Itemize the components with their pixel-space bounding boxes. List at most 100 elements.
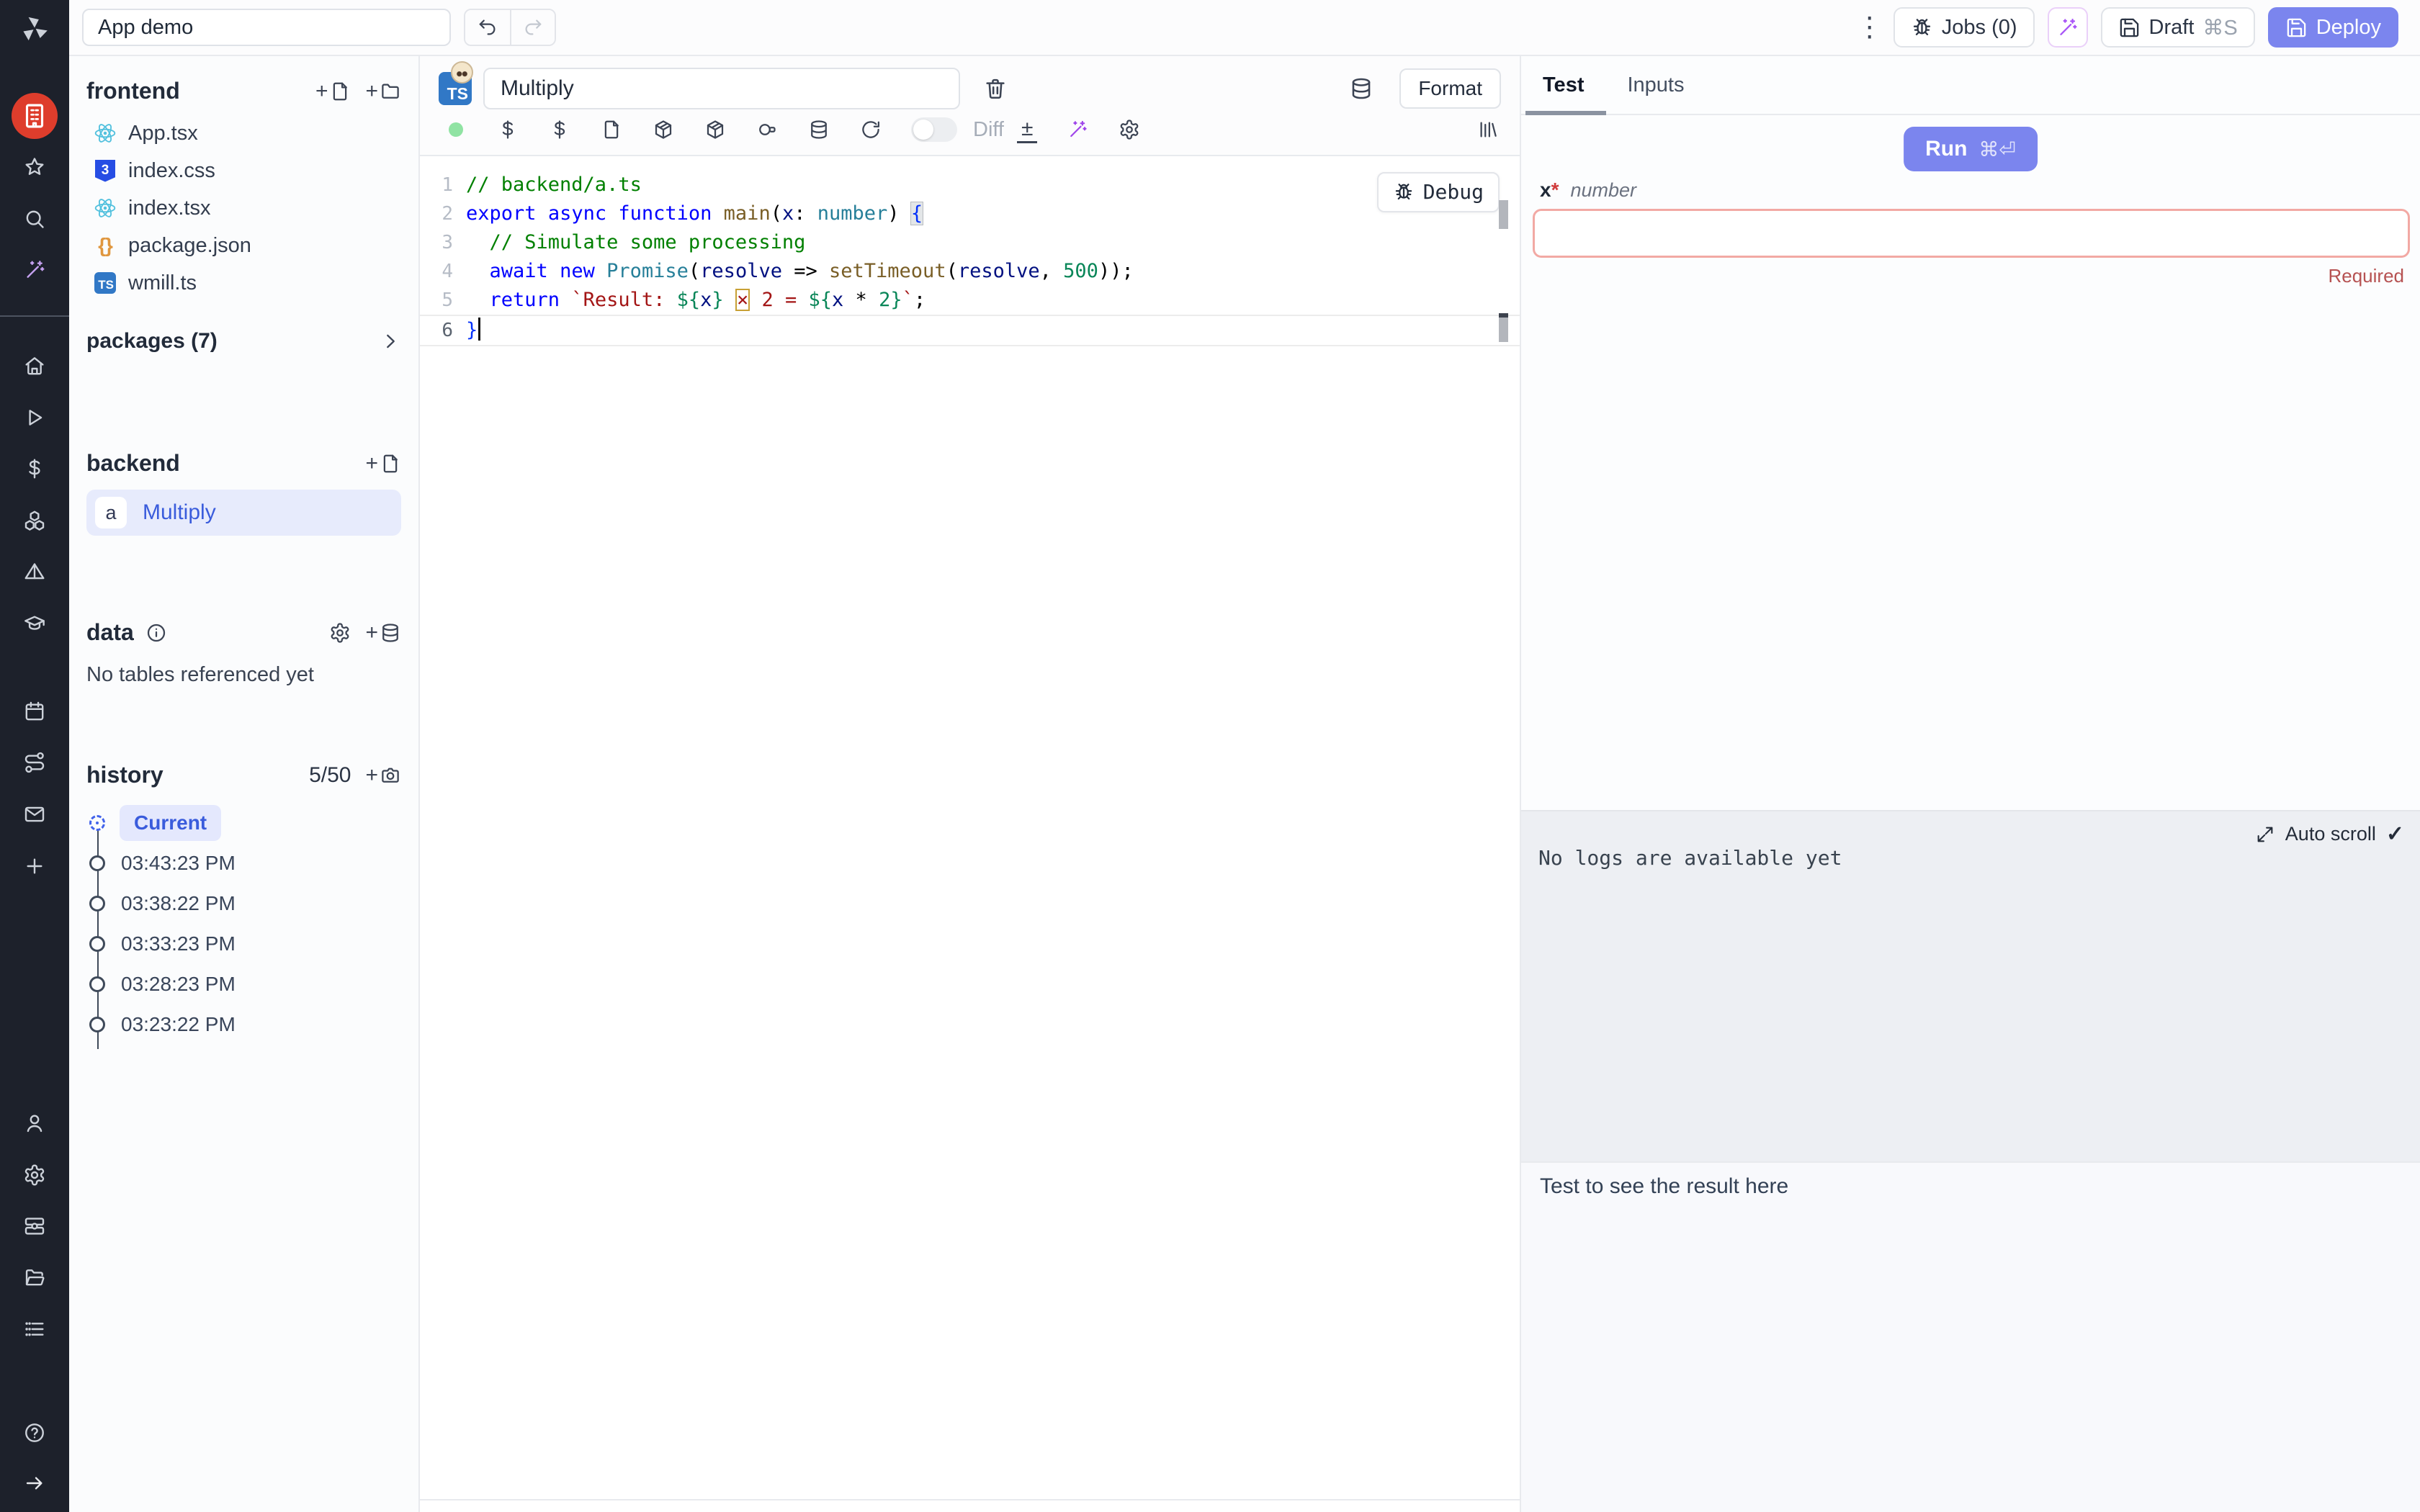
file-row-app-tsx[interactable]: App.tsx [86,114,401,152]
editor-scrollbar-thumb[interactable] [1499,200,1508,229]
code-line[interactable]: 6} [420,315,1520,346]
autoscroll-checkmark[interactable]: ✓ [2386,822,2404,847]
audit-list-icon[interactable] [19,1313,50,1345]
add-script-button[interactable]: + [365,453,401,474]
add-plus-icon[interactable] [19,850,50,882]
file-row-wmill-ts[interactable]: TS wmill.ts [86,264,401,302]
reset-refresh-icon[interactable] [859,118,882,141]
resource-type-package-icon[interactable] [704,118,727,141]
frontend-title: frontend [86,78,180,104]
tab-inputs[interactable]: Inputs [1627,73,1684,97]
history-entry[interactable]: 03:38:22 PM [86,883,401,924]
search-icon[interactable] [19,203,50,235]
packages-expander[interactable]: packages (7) [86,329,401,354]
react-icon [94,122,117,145]
backend-script-multiply[interactable]: a Multiply [86,490,401,536]
expand-icon[interactable] [2255,824,2275,845]
add-file-button[interactable]: + [315,81,351,102]
draft-button[interactable]: Draft ⌘S [2101,7,2255,48]
database-icon[interactable] [807,118,830,141]
test-tabbar: Test Inputs [1521,56,2420,115]
settings-gear-icon[interactable] [19,1159,50,1191]
timeline-dot [89,976,105,992]
diff-toggle[interactable] [911,117,957,142]
code-editor[interactable]: 1// backend/a.ts2export async function m… [420,156,1520,1512]
logs-panel: Auto scroll ✓ No logs are available yet [1521,810,2420,1161]
history-entry[interactable]: 03:28:23 PM [86,964,401,1004]
diff-plusminus-icon[interactable]: ± [1017,117,1037,143]
ai-wand-icon[interactable] [1066,118,1089,141]
flows-route-icon[interactable] [19,747,50,778]
history-current[interactable]: Current [86,803,401,843]
resource-package-icon[interactable] [652,118,675,141]
help-icon[interactable] [19,1417,50,1449]
variables-dollar-icon[interactable] [19,453,50,485]
code-line[interactable]: 2export async function main(x: number) { [420,199,1520,228]
code-text: export async function main(x: number) { [466,199,923,228]
code-line[interactable]: 1// backend/a.ts [420,171,1520,199]
deploy-button[interactable]: Deploy [2268,7,2398,48]
library-icon[interactable] [1476,118,1500,141]
file-row-package-json[interactable]: {} package.json [86,227,401,264]
line-number: 6 [420,316,466,345]
folders-icon[interactable] [19,1262,50,1294]
resources-boxes-icon[interactable] [19,505,50,536]
add-snapshot-button[interactable]: + [365,765,401,786]
file-row-index-css[interactable]: 3 index.css [86,152,401,189]
history-counter: 5/50 [309,763,351,788]
jobs-label: Jobs (0) [1942,16,2017,40]
history-entry[interactable]: 03:23:22 PM [86,1004,401,1045]
windmill-logo-icon[interactable] [19,13,50,45]
triggers-prism-icon[interactable] [19,556,50,588]
ai-wand-icon[interactable] [19,254,50,286]
collapse-arrow-right-icon[interactable] [19,1467,50,1499]
undo-button[interactable] [465,10,510,45]
contextual-file-icon[interactable] [600,118,623,141]
db-explorer-icon[interactable] [1349,76,1373,101]
add-folder-button[interactable]: + [365,81,401,102]
current-pill: Current [120,805,221,841]
bug-icon [1911,17,1933,39]
file-row-index-tsx[interactable]: index.tsx [86,189,401,227]
more-menu-kebab-icon[interactable]: ⋮ [1852,13,1881,42]
code-text: return `Result: ${x} × 2 = ${x * 2}`; [466,286,926,315]
run-button[interactable]: Run ⌘⏎ [1904,127,2038,171]
format-button[interactable]: Format [1399,68,1501,109]
workers-server-cog-icon[interactable] [19,1210,50,1242]
app-name-input[interactable] [82,9,451,46]
key-icon[interactable] [756,118,779,141]
history-entry[interactable]: 03:33:23 PM [86,924,401,964]
ai-assistant-button[interactable] [2048,7,2088,48]
script-name-input[interactable] [483,68,960,109]
test-panel: Test Inputs Run ⌘⏎ x*number Required [1520,56,2420,1512]
delete-script-button[interactable] [983,76,1008,101]
variable-dollar-icon[interactable] [496,118,519,141]
editor-scrollbar-decoration[interactable] [1499,313,1508,342]
mail-icon[interactable] [19,798,50,830]
main-column: ⋮ Jobs (0) Draft ⌘S Deploy frontend [69,0,2420,1512]
x-number-input[interactable] [1533,209,2410,258]
argument-label: x*number [1540,179,1636,202]
jobs-button[interactable]: Jobs (0) [1894,7,2035,48]
code-line[interactable]: 3 // Simulate some processing [420,228,1520,257]
windmill-app-editor: ⋮ Jobs (0) Draft ⌘S Deploy frontend [0,0,2420,1512]
autoscroll-control[interactable]: Auto scroll ✓ [2255,822,2404,847]
user-icon[interactable] [19,1107,50,1139]
add-table-button[interactable]: + [365,622,401,644]
history-entry[interactable]: 03:43:23 PM [86,843,401,883]
editor-settings-gear-icon[interactable] [1118,118,1141,141]
code-line[interactable]: 5 return `Result: ${x} × 2 = ${x * 2}`; [420,286,1520,315]
info-icon[interactable] [145,622,167,644]
favorites-star-icon[interactable] [19,151,50,183]
tutorials-graduation-cap-icon[interactable] [19,608,50,639]
runs-play-icon[interactable] [19,402,50,433]
tab-test[interactable]: Test [1543,73,1584,97]
redo-button[interactable] [510,10,555,45]
code-line[interactable]: 4 await new Promise(resolve => setTimeou… [420,257,1520,286]
secret-dollar-icon[interactable] [548,118,571,141]
schedules-calendar-icon[interactable] [19,696,50,727]
workspace-button[interactable] [12,93,58,139]
home-icon[interactable] [19,350,50,382]
debug-button[interactable]: Debug [1377,172,1500,212]
data-settings-gear-icon[interactable] [329,622,351,644]
